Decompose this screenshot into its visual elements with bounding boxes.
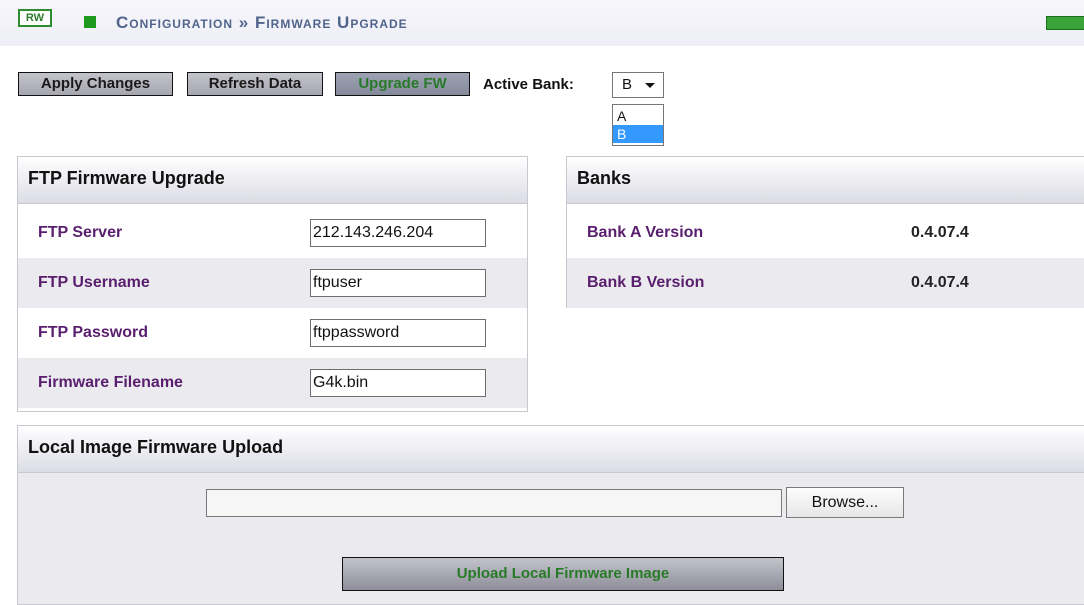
file-path-input[interactable] <box>206 489 782 517</box>
ftp-password-label: FTP Password <box>38 324 148 341</box>
page-header: RW Configuration » Firmware Upgrade <box>0 0 1084 46</box>
ftp-panel-title: FTP Firmware Upgrade <box>28 168 225 188</box>
ftp-server-input[interactable] <box>310 219 486 247</box>
bank-b-label: Bank B Version <box>587 274 705 291</box>
firmware-filename-row: Firmware Filename <box>18 358 527 408</box>
active-bank-value: B <box>622 76 633 93</box>
bank-a-version: 0.4.07.4 <box>911 224 969 241</box>
banks-panel-title: Banks <box>577 168 632 188</box>
banks-panel-header: Banks <box>567 157 1084 204</box>
bank-b-row: Bank B Version 0.4.07.4 <box>567 258 1084 308</box>
refresh-data-button[interactable]: Refresh Data <box>187 72 323 96</box>
ftp-panel: FTP Firmware Upgrade FTP Server FTP User… <box>17 156 528 412</box>
bank-option-b[interactable]: B <box>613 125 663 143</box>
upload-local-firmware-button[interactable]: Upload Local Firmware Image <box>342 557 784 591</box>
ftp-password-input[interactable] <box>310 319 486 347</box>
breadcrumb: Configuration » Firmware Upgrade <box>116 13 408 32</box>
bank-b-version: 0.4.07.4 <box>911 274 969 291</box>
ftp-panel-header: FTP Firmware Upgrade <box>18 157 527 204</box>
status-square-icon <box>84 16 96 28</box>
ftp-server-row: FTP Server <box>18 208 527 258</box>
banks-panel: Banks Bank A Version 0.4.07.4 Bank B Ver… <box>566 156 1084 308</box>
local-upload-title: Local Image Firmware Upload <box>28 437 284 457</box>
ftp-username-label: FTP Username <box>38 274 150 291</box>
chevron-down-icon <box>645 83 655 88</box>
rw-badge: RW <box>18 9 52 27</box>
firmware-filename-label: Firmware Filename <box>38 374 183 391</box>
ftp-username-input[interactable] <box>310 269 486 297</box>
status-led-icon <box>1046 16 1084 30</box>
browse-button[interactable]: Browse... <box>786 487 904 518</box>
active-bank-select[interactable]: B <box>612 72 664 98</box>
ftp-password-row: FTP Password <box>18 308 527 358</box>
bank-option-a[interactable]: A <box>613 107 663 125</box>
bank-a-label: Bank A Version <box>587 224 704 241</box>
ftp-server-label: FTP Server <box>38 224 123 241</box>
upgrade-fw-button[interactable]: Upgrade FW <box>335 72 470 96</box>
active-bank-label: Active Bank: <box>483 76 574 93</box>
firmware-filename-input[interactable] <box>310 369 486 397</box>
active-bank-dropdown: A B <box>612 104 664 146</box>
local-upload-header: Local Image Firmware Upload <box>18 426 1084 473</box>
apply-changes-button[interactable]: Apply Changes <box>18 72 173 96</box>
ftp-username-row: FTP Username <box>18 258 527 308</box>
bank-a-row: Bank A Version 0.4.07.4 <box>567 208 1084 258</box>
